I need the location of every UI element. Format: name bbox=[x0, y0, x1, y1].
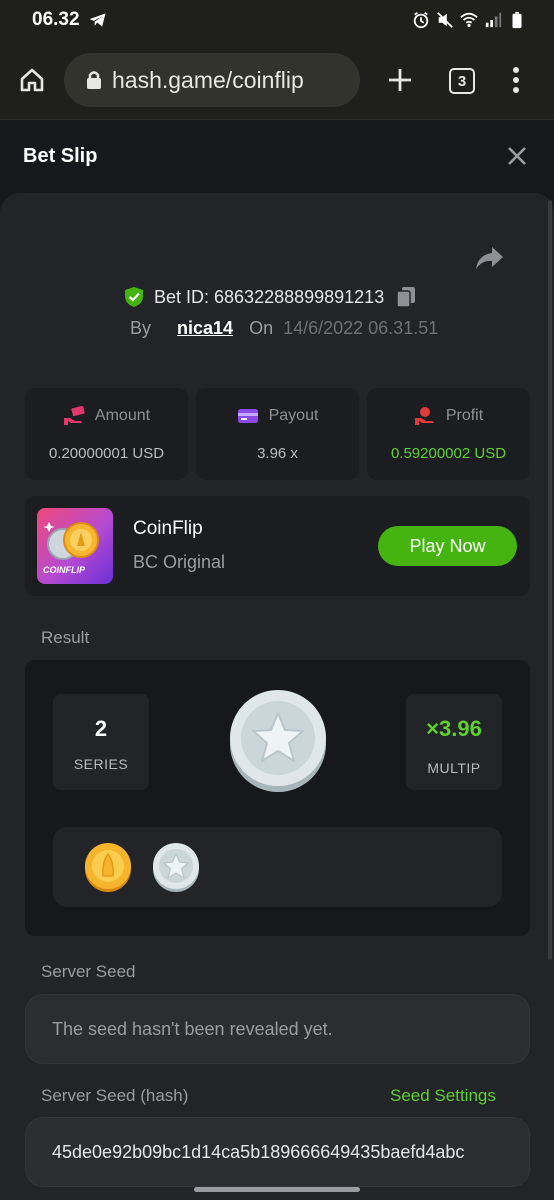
status-time: 06.32 bbox=[32, 9, 80, 30]
bet-id: Bet ID: 68632288899891213 bbox=[154, 286, 385, 307]
home-icon bbox=[20, 68, 44, 92]
new-tab-button[interactable] bbox=[384, 64, 416, 96]
browser-toolbar: hash.game/coinflip 3 bbox=[0, 40, 554, 120]
signal-icon bbox=[485, 12, 502, 28]
seed-settings-link[interactable]: Seed Settings bbox=[390, 1086, 496, 1106]
game-subtitle: BC Original bbox=[133, 552, 226, 572]
series-box: 2 SERIES bbox=[53, 694, 149, 790]
profit-card: Profit 0.59200002 USD bbox=[367, 388, 530, 480]
payout-value: 3.96 x bbox=[257, 445, 298, 462]
telegram-icon bbox=[89, 13, 106, 27]
server-seed-value: The seed hasn't been revealed yet. bbox=[52, 1019, 333, 1039]
bet-date: 14/6/2022 06.31.51 bbox=[283, 318, 439, 338]
battery-icon bbox=[512, 11, 522, 29]
on-label: On bbox=[249, 318, 274, 338]
play-now-button[interactable]: Play Now bbox=[378, 526, 517, 566]
server-seed-label: Server Seed bbox=[41, 962, 136, 981]
series-label: SERIES bbox=[73, 756, 129, 772]
payout-card: Payout 3.96 x bbox=[196, 388, 359, 480]
alarm-icon bbox=[413, 12, 429, 29]
gesture-nav-bar[interactable] bbox=[194, 1187, 360, 1192]
profit-hand-icon bbox=[414, 407, 434, 425]
amount-card: Amount 0.20000001 USD bbox=[25, 388, 188, 480]
series-value: 2 bbox=[94, 716, 108, 741]
mute-icon bbox=[437, 12, 453, 28]
more-menu-icon[interactable] bbox=[504, 64, 528, 96]
wifi-icon bbox=[460, 12, 478, 28]
by-label: By bbox=[130, 318, 152, 338]
tab-count: 3 bbox=[457, 72, 467, 90]
result-box: 2 SERIES ×3.96 MULTIP bbox=[25, 660, 530, 936]
bet-meta-row: By nica14 On 14/6/2022 06.31.51 bbox=[130, 318, 438, 339]
profit-label: Profit bbox=[445, 407, 484, 424]
copy-icon[interactable] bbox=[396, 286, 416, 308]
amount-value: 0.20000001 USD bbox=[48, 445, 165, 462]
thumb-label: COINFLIP bbox=[43, 565, 85, 575]
bet-slip-header: Bet Slip bbox=[0, 121, 554, 193]
money-hand-icon bbox=[63, 406, 85, 425]
tab-switcher-button[interactable]: 3 bbox=[449, 68, 475, 94]
status-bar: 06.32 bbox=[0, 0, 554, 40]
profit-value: 0.59200002 USD bbox=[390, 445, 507, 462]
share-icon[interactable] bbox=[474, 245, 504, 271]
silver-coin-icon bbox=[153, 843, 199, 892]
amount-label: Amount bbox=[94, 407, 151, 424]
user-link[interactable]: nica14 bbox=[177, 318, 233, 339]
flip-history bbox=[53, 827, 502, 907]
address-bar[interactable]: hash.game/coinflip bbox=[64, 53, 360, 107]
coinflip-thumbnail: COINFLIP bbox=[37, 508, 113, 584]
game-card: COINFLIP CoinFlip BC Original Play Now bbox=[25, 496, 530, 596]
game-name: CoinFlip bbox=[133, 518, 203, 539]
bet-id-row: Bet ID: 68632288899891213 bbox=[124, 284, 416, 310]
scrollbar[interactable] bbox=[548, 200, 552, 960]
server-seed-hash-label: Server Seed (hash) bbox=[41, 1086, 189, 1105]
server-seed-field: The seed hasn't been revealed yet. bbox=[25, 994, 530, 1064]
status-icons bbox=[412, 11, 526, 29]
card-icon bbox=[237, 409, 258, 423]
multiplier-value: ×3.96 bbox=[426, 716, 482, 741]
page-title: Bet Slip bbox=[23, 145, 98, 167]
server-seed-hash-value: 45de0e92b09bc1d14ca5b189666649435baefd4a… bbox=[52, 1142, 465, 1162]
url-text: hash.game/coinflip bbox=[112, 66, 304, 93]
server-seed-hash-field[interactable]: 45de0e92b09bc1d14ca5b189666649435baefd4a… bbox=[25, 1117, 530, 1187]
home-button[interactable] bbox=[16, 64, 48, 96]
close-icon[interactable] bbox=[506, 145, 528, 167]
silver-coin-icon bbox=[230, 690, 326, 792]
shield-check-icon bbox=[125, 287, 143, 307]
multiplier-label: MULTIP bbox=[427, 760, 481, 776]
multiplier-box: ×3.96 MULTIP bbox=[406, 694, 502, 790]
payout-label: Payout bbox=[268, 407, 319, 424]
lock-icon bbox=[87, 71, 101, 89]
result-label: Result bbox=[41, 628, 90, 647]
gold-coin-icon bbox=[85, 843, 131, 892]
